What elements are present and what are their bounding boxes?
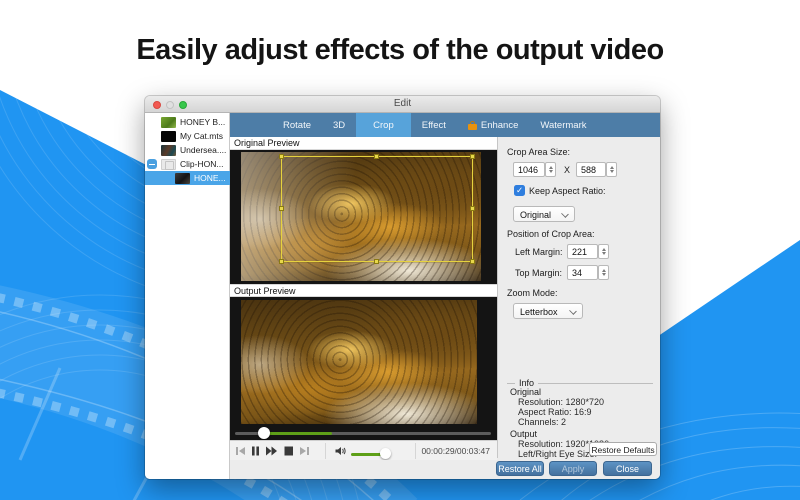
chevron-down-icon	[561, 210, 569, 218]
seek-bar-progress	[264, 432, 332, 435]
chevron-down-icon	[569, 307, 577, 315]
top-margin-label: Top Margin:	[515, 268, 563, 278]
video-thumbnail	[161, 144, 176, 156]
tab-effect[interactable]: Effect	[411, 113, 457, 137]
info-output-heading: Output	[510, 429, 538, 439]
zoom-mode-select[interactable]: Letterbox	[513, 303, 583, 319]
stop-icon[interactable]	[282, 445, 295, 457]
video-thumbnail-placeholder	[161, 158, 176, 170]
crop-size-separator: X	[564, 165, 571, 175]
original-preview-frame	[230, 150, 497, 284]
list-item-honey[interactable]: HONEY B...	[145, 115, 230, 129]
window-titlebar[interactable]: Edit	[145, 96, 660, 113]
list-item-mycat[interactable]: My Cat.mts	[145, 129, 230, 143]
page-title: Easily adjust effects of the output vide…	[136, 34, 664, 66]
crop-handle[interactable]	[470, 259, 475, 264]
tab-watermark[interactable]: Watermark	[529, 113, 597, 137]
position-label: Position of Crop Area:	[507, 229, 595, 239]
video-thumbnail	[175, 172, 190, 184]
window-footer: Restore All Apply Close	[230, 460, 660, 479]
crop-handle[interactable]	[279, 154, 284, 159]
toolbar-divider	[415, 443, 416, 459]
list-item-undersea[interactable]: Undersea....	[145, 143, 230, 157]
output-preview-frame	[230, 297, 497, 440]
crop-width-stepper[interactable]	[545, 162, 556, 177]
clip-label: Clip-HON...	[180, 159, 224, 169]
restore-defaults-button[interactable]: Restore Defaults	[589, 442, 657, 456]
pause-icon[interactable]	[249, 445, 262, 457]
keep-aspect-label: Keep Aspect Ratio:	[529, 186, 606, 196]
zoom-mode-label: Zoom Mode:	[507, 288, 558, 298]
edit-window: Edit HONEY B... My Cat.mts Undersea.... …	[145, 96, 660, 479]
output-preview-label: Output Preview	[230, 284, 497, 297]
video-thumbnail	[161, 130, 176, 142]
clip-label: My Cat.mts	[180, 131, 223, 141]
clip-label: HONE...	[194, 173, 226, 183]
tab-rotate[interactable]: Rotate	[272, 113, 322, 137]
output-preview-image	[241, 300, 477, 424]
collapse-minus-icon[interactable]	[147, 159, 157, 169]
info-row: Channels: 2	[518, 417, 567, 427]
playback-toolbar: 00:00:29/00:03:47	[230, 440, 497, 460]
aspect-ratio-select[interactable]: Original	[513, 206, 575, 222]
info-row: Resolution: 1280*720	[518, 397, 605, 407]
edit-tabbar: Rotate 3D Crop Effect Enhance Watermark	[230, 113, 660, 137]
fast-forward-icon[interactable]	[265, 445, 278, 457]
left-margin-label: Left Margin:	[515, 247, 563, 257]
video-thumbnail	[161, 116, 176, 128]
tab-3d[interactable]: 3D	[322, 113, 356, 137]
crop-handle[interactable]	[279, 206, 284, 211]
crop-handle[interactable]	[470, 206, 475, 211]
clip-list-sidebar: HONEY B... My Cat.mts Undersea.... Clip-…	[145, 113, 230, 479]
tab-enhance[interactable]: Enhance	[457, 113, 530, 137]
zoom-mode-value: Letterbox	[520, 306, 558, 317]
clip-label: HONEY B...	[180, 117, 226, 127]
crop-handle[interactable]	[279, 259, 284, 264]
toolbar-divider	[325, 443, 326, 459]
left-margin-stepper[interactable]	[598, 244, 609, 259]
crop-height-stepper[interactable]	[606, 162, 617, 177]
tab-crop[interactable]: Crop	[356, 113, 411, 137]
apply-button[interactable]: Apply	[549, 461, 597, 476]
seek-handle[interactable]	[258, 427, 270, 439]
window-title: Edit	[393, 98, 412, 109]
list-item-clip-hon[interactable]: Clip-HON...	[145, 157, 230, 171]
crop-area-size-label: Crop Area Size:	[507, 147, 571, 157]
crop-handle[interactable]	[470, 154, 475, 159]
restore-all-button[interactable]: Restore All	[496, 461, 544, 476]
keep-aspect-checkbox[interactable]	[514, 185, 525, 196]
close-button[interactable]: Close	[603, 461, 652, 476]
aspect-ratio-value: Original	[520, 209, 552, 220]
crop-handle[interactable]	[374, 154, 379, 159]
crop-settings-panel: Crop Area Size: 1046 X 588 Keep Aspect R…	[497, 137, 660, 479]
info-row: Aspect Ratio: 16:9	[518, 407, 592, 417]
crop-handle[interactable]	[374, 259, 379, 264]
left-margin-input[interactable]: 221	[567, 244, 598, 259]
volume-handle[interactable]	[380, 448, 391, 459]
lock-icon	[467, 120, 477, 130]
crop-selection-rectangle[interactable]	[279, 154, 475, 264]
crop-width-input[interactable]: 1046	[513, 162, 545, 177]
original-preview-label: Original Preview	[230, 137, 497, 150]
clip-label: Undersea....	[180, 145, 227, 155]
list-item-hone-selected[interactable]: HONE...	[145, 171, 230, 185]
info-original-heading: Original	[510, 387, 542, 397]
playback-time: 00:00:29/00:03:47	[421, 446, 490, 456]
speaker-icon[interactable]	[334, 445, 347, 457]
top-margin-stepper[interactable]	[598, 265, 609, 280]
screenshot-canvas: Easily adjust effects of the output vide…	[0, 0, 800, 500]
top-margin-input[interactable]: 34	[567, 265, 598, 280]
crop-height-input[interactable]: 588	[576, 162, 606, 177]
skip-forward-icon[interactable]	[298, 445, 311, 457]
skip-back-icon[interactable]	[234, 445, 247, 457]
